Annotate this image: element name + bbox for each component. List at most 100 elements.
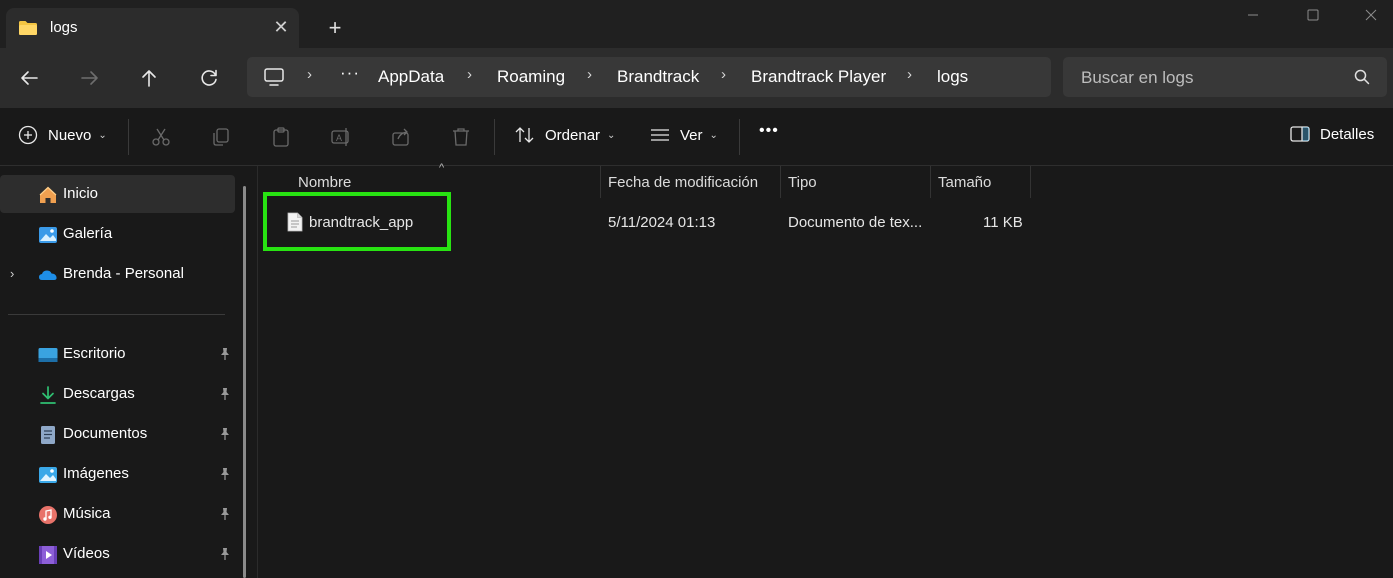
refresh-icon[interactable] (193, 62, 225, 94)
breadcrumb-item-appdata[interactable]: AppData (378, 67, 444, 87)
close-window-icon[interactable] (1356, 4, 1386, 26)
sidebar-item-documentos[interactable]: Documentos (0, 415, 235, 453)
delete-icon[interactable] (450, 126, 472, 148)
breadcrumb-chevron-icon[interactable]: › (467, 66, 472, 83)
chevron-down-icon: ⌄ (607, 129, 616, 141)
navigation-bar: › ··· AppData › Roaming › Brandtrack › B… (0, 48, 1393, 108)
paste-icon[interactable] (270, 126, 292, 148)
file-type: Documento de tex... (788, 214, 923, 231)
maximize-icon[interactable] (1298, 4, 1328, 26)
pin-icon[interactable] (218, 427, 232, 441)
search-input[interactable]: Buscar en logs (1063, 57, 1387, 97)
pin-icon[interactable] (218, 547, 232, 561)
this-pc-icon[interactable] (263, 67, 285, 87)
column-separator[interactable] (600, 166, 601, 198)
sidebar-item-onedrive[interactable]: › Brenda - Personal (0, 255, 235, 293)
copy-icon[interactable] (210, 126, 232, 148)
details-pane-icon (1290, 126, 1310, 142)
tab-logs[interactable]: logs ✕ (6, 8, 299, 48)
new-tab-button[interactable]: + (322, 15, 348, 41)
home-icon (39, 186, 57, 203)
search-icon[interactable] (1353, 68, 1371, 86)
pictures-icon (39, 467, 57, 483)
file-size: 11 KB (983, 214, 1023, 231)
cut-icon[interactable] (150, 126, 172, 148)
address-bar[interactable]: › ··· AppData › Roaming › Brandtrack › B… (247, 57, 1051, 97)
onedrive-cloud-icon (39, 270, 57, 280)
sidebar-item-descargas[interactable]: Descargas (0, 375, 235, 413)
sidebar-item-label: Imágenes (63, 465, 129, 482)
share-icon[interactable] (390, 126, 412, 148)
pin-icon[interactable] (218, 467, 232, 481)
file-modified: 5/11/2024 01:13 (608, 214, 716, 231)
sidebar-item-inicio[interactable]: Inicio (0, 175, 235, 213)
sort-ascending-icon: ^ (439, 162, 445, 174)
sidebar-item-galeria[interactable]: Galería (0, 215, 235, 253)
breadcrumb-item-brandtrack-player[interactable]: Brandtrack Player (751, 67, 886, 87)
sidebar-item-videos[interactable]: Vídeos (0, 535, 235, 573)
breadcrumb-chevron-icon[interactable]: › (721, 66, 726, 83)
pin-icon[interactable] (218, 347, 232, 361)
sidebar-item-label: Escritorio (63, 345, 126, 362)
breadcrumb-item-logs[interactable]: logs (937, 67, 968, 87)
chevron-down-icon: ⌄ (709, 129, 718, 141)
up-arrow-icon[interactable] (133, 62, 165, 94)
command-divider (739, 119, 740, 155)
sort-button-label: Ordenar (545, 126, 601, 144)
forward-arrow-icon[interactable] (74, 62, 106, 94)
view-button[interactable]: Ver ⌄ (649, 125, 718, 145)
breadcrumb-chevron-icon[interactable]: › (907, 66, 912, 83)
rename-icon[interactable]: A (330, 126, 352, 148)
more-options-button[interactable]: ••• (759, 122, 779, 140)
column-separator[interactable] (930, 166, 931, 198)
breadcrumb-overflow[interactable]: ··· (340, 63, 360, 83)
breadcrumb-item-brandtrack[interactable]: Brandtrack (617, 67, 699, 87)
sidebar-scrollbar[interactable] (243, 186, 246, 578)
plus-circle-icon (18, 125, 38, 145)
sidebar-divider (8, 314, 225, 315)
chevron-right-icon[interactable]: › (10, 266, 14, 281)
videos-icon (39, 546, 57, 564)
command-bar: Nuevo ⌄ A Ordenar ⌄ Ver ⌄ ••• Detalles (0, 108, 1393, 166)
new-button-label: Nuevo (48, 126, 92, 144)
sidebar-item-label: Brenda - Personal (63, 265, 184, 282)
new-button[interactable]: Nuevo ⌄ (18, 125, 107, 145)
highlight-annotation-box (263, 192, 451, 251)
column-header-name[interactable]: Nombre (298, 174, 351, 191)
column-header-type[interactable]: Tipo (788, 174, 817, 191)
gallery-icon (39, 227, 57, 243)
view-button-label: Ver (680, 126, 703, 144)
column-header-size[interactable]: Tamaño (938, 174, 991, 191)
breadcrumb-chevron-icon[interactable]: › (587, 66, 592, 83)
column-separator[interactable] (1030, 166, 1031, 198)
breadcrumb-item-roaming[interactable]: Roaming (497, 67, 565, 87)
column-header-modified[interactable]: Fecha de modificación (608, 174, 758, 191)
sidebar-item-label: Vídeos (63, 545, 110, 562)
download-icon (40, 386, 56, 404)
sidebar-item-label: Música (63, 505, 111, 522)
sort-button[interactable]: Ordenar ⌄ (514, 125, 615, 145)
folder-icon (19, 21, 37, 35)
navigation-pane: Inicio Galería › Brenda - Personal Escri… (0, 166, 258, 578)
tab-title: logs (50, 19, 78, 36)
sidebar-item-musica[interactable]: Música (0, 495, 235, 533)
sidebar-item-label: Galería (63, 225, 113, 242)
documents-icon (41, 426, 55, 444)
sidebar-item-imagenes[interactable]: Imágenes (0, 455, 235, 493)
tab-close-icon[interactable]: ✕ (271, 17, 291, 37)
minimize-icon[interactable] (1238, 4, 1268, 26)
music-icon (39, 506, 57, 524)
command-divider (494, 119, 495, 155)
details-button[interactable]: Detalles (1290, 125, 1374, 143)
back-arrow-icon[interactable] (13, 62, 45, 94)
pin-icon[interactable] (218, 507, 232, 521)
sidebar-item-escritorio[interactable]: Escritorio (0, 335, 235, 373)
sidebar-item-label: Descargas (63, 385, 135, 402)
details-button-label: Detalles (1320, 125, 1375, 143)
sidebar-item-label: Inicio (63, 185, 99, 202)
svg-text:A: A (336, 133, 342, 143)
breadcrumb-chevron-icon[interactable]: › (307, 66, 312, 83)
pin-icon[interactable] (218, 387, 232, 401)
sort-icon (515, 127, 534, 143)
column-separator[interactable] (780, 166, 781, 198)
